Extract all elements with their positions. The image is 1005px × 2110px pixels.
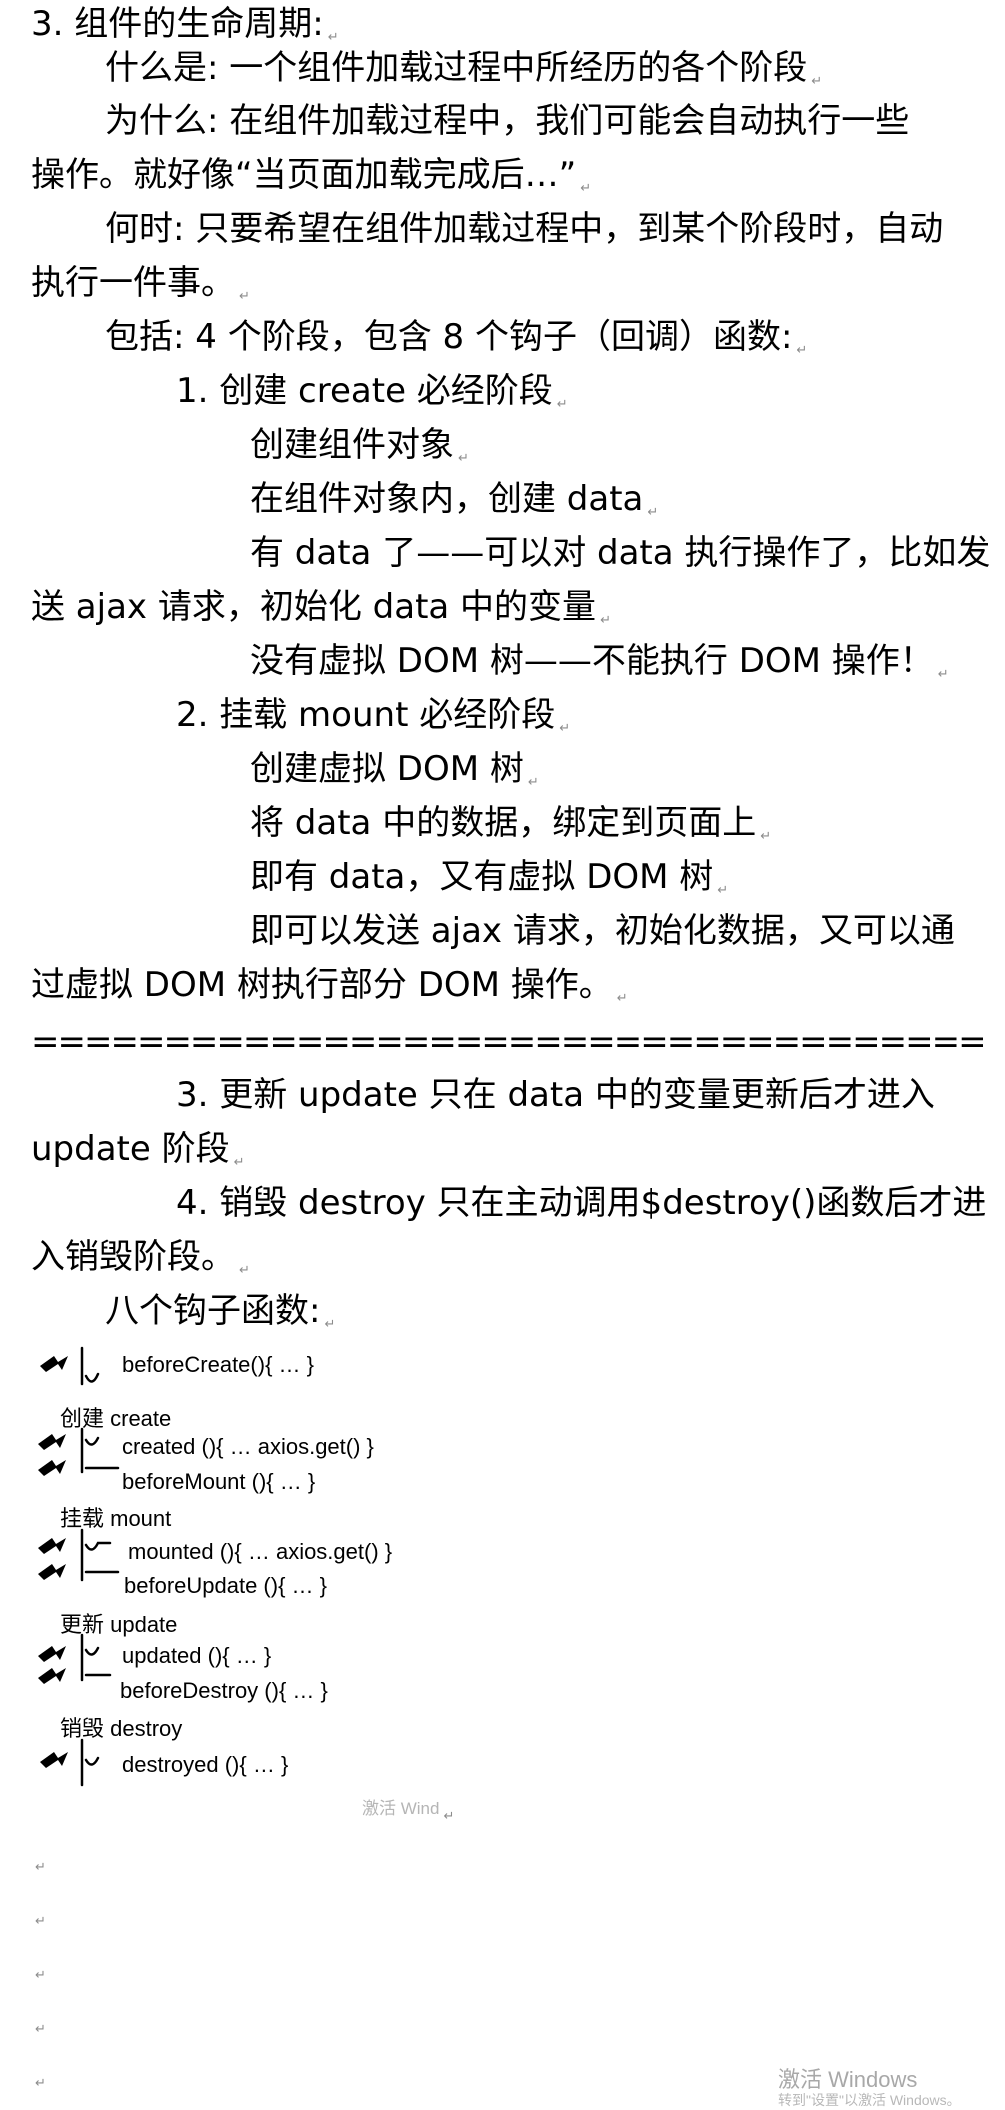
doc-line: 在组件对象内，创建 data (250, 475, 977, 537)
empty-paragraph (31, 1850, 46, 1875)
paragraph-mark-icon (35, 1968, 46, 1983)
paragraph-mark-icon (580, 181, 591, 196)
doc-line: 即可以发送 ajax 请求，初始化数据，又可以通 (250, 911, 955, 951)
hook-label: beforeMount (){ … } (122, 1469, 316, 1494)
paragraph-mark-icon (234, 1155, 245, 1170)
paragraph-mark-icon (443, 1808, 454, 1823)
doc-line: 送 ajax 请求，初始化 data 中的变量 (31, 583, 977, 645)
paragraph-mark-icon (559, 721, 570, 736)
doc-line: 即有 data，又有虚拟 DOM 树 (250, 853, 977, 915)
paragraph-mark-icon (35, 2022, 46, 2037)
paragraph-mark-icon (328, 30, 339, 45)
doc-line: 将 data 中的数据，绑定到页面上 (250, 799, 977, 861)
empty-paragraph (31, 2012, 46, 2037)
paragraph-mark-icon (600, 613, 611, 628)
paragraph-mark-icon (617, 991, 628, 1006)
empty-paragraph (31, 1958, 46, 1983)
hook-label: mounted (){ … axios.get() } (128, 1539, 393, 1564)
paragraph-mark-icon (35, 1914, 46, 1929)
paragraph-mark-icon (35, 1860, 46, 1875)
doc-line: 执行一件事。 (31, 259, 977, 321)
phase-label: 销毁 destroy (60, 1716, 183, 1741)
paragraph-mark-icon (811, 74, 822, 89)
doc-line: 操作。就好像“当页面加载完成后…” (31, 151, 977, 213)
activate-windows-subtitle: 转到"设置"以激活 Windows。 (778, 2092, 961, 2108)
hook-label: destroyed (){ … } (122, 1752, 289, 1777)
paragraph-mark-icon (35, 2076, 46, 2091)
doc-line: 4. 销毁 destroy 只在主动调用$destroy()函数后才进 (176, 1183, 987, 1223)
paragraph-mark-icon (938, 667, 949, 682)
paragraph-mark-icon (760, 829, 771, 844)
paragraph-mark-icon (647, 505, 658, 520)
hook-label: beforeCreate(){ … } (122, 1352, 314, 1377)
phase-label: 挂载 mount (60, 1506, 172, 1531)
hook-label: updated (){ … } (122, 1643, 272, 1668)
doc-line: 为什么: 在组件加载过程中，我们可能会自动执行一些 (105, 101, 910, 141)
phase-label: 创建 create (60, 1406, 172, 1431)
doc-line: 入销毁阶段。 (31, 1233, 977, 1295)
doc-line: 2. 挂载 mount 必经阶段 (176, 691, 977, 753)
watermark-inline: 激活 Wind (362, 1794, 454, 1824)
paragraph-mark-icon (239, 289, 250, 304)
doc-line: update 阶段 (31, 1125, 977, 1187)
doc-line: 过虚拟 DOM 树执行部分 DOM 操作。 (31, 961, 977, 1023)
doc-line: 何时: 只要希望在组件加载过程中，到某个阶段时，自动 (105, 209, 944, 249)
paragraph-mark-icon (239, 1263, 250, 1278)
separator-line: ========================================… (31, 1022, 986, 1062)
doc-line: 没有虚拟 DOM 树——不能执行 DOM 操作！ (250, 637, 977, 699)
paragraph-mark-icon (557, 397, 568, 412)
paragraph-mark-icon (528, 775, 539, 790)
paragraph-mark-icon (796, 343, 807, 358)
doc-line: 创建虚拟 DOM 树 (250, 745, 977, 807)
doc-line: 包括: 4 个阶段，包含 8 个钩子（回调）函数: (105, 313, 977, 375)
doc-line: 1. 创建 create 必经阶段 (176, 367, 977, 429)
doc-line: 有 data 了——可以对 data 执行操作了，比如发 (250, 533, 991, 573)
hook-label: beforeUpdate (){ … } (124, 1573, 328, 1598)
doc-line: 创建组件对象 (250, 421, 977, 483)
hook-label: beforeDestroy (){ … } (120, 1678, 328, 1703)
paragraph-mark-icon (717, 883, 728, 898)
paragraph-mark-icon (458, 451, 469, 466)
empty-paragraph (31, 1904, 46, 1929)
lifecycle-diagram: beforeCreate(){ … } 创建 create created ()… (30, 1340, 470, 1820)
empty-paragraph (31, 2066, 46, 2091)
paragraph-mark-icon (324, 1317, 335, 1332)
doc-line: 3. 更新 update 只在 data 中的变量更新后才进入 (176, 1075, 935, 1115)
hook-label: created (){ … axios.get() } (122, 1434, 374, 1459)
phase-label: 更新 update (60, 1612, 178, 1637)
